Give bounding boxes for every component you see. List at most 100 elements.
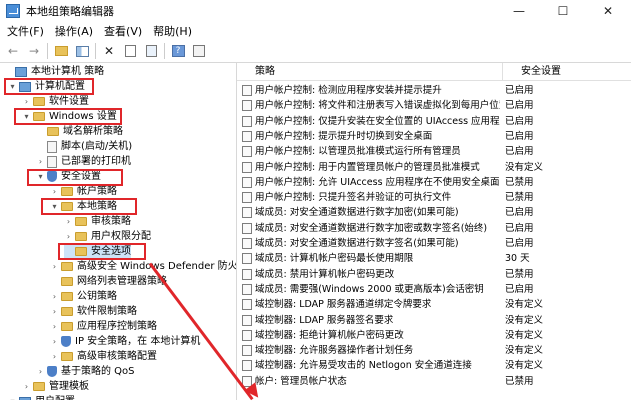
menu-file[interactable]: 文件(F) [7,23,44,39]
table-row[interactable]: 域成员: 对安全通道数据进行数字加密或数字签名(始终) 已启用 [237,221,631,236]
table-row[interactable]: 域成员: 禁用计算机帐户密码更改 已禁用 [237,267,631,282]
collapsed-arrow-icon[interactable]: › [36,154,45,169]
policy-setting: 没有定义 [505,161,544,173]
tree-node[interactable]: › 用户权限分配 [64,229,151,244]
policy-icon [242,115,252,127]
policy-icon [242,146,252,158]
properties-icon[interactable] [122,43,138,59]
folder-icon [61,322,73,331]
policy-icon [242,329,252,341]
forward-arrow-icon[interactable]: → [26,43,42,59]
table-row[interactable]: 域成员: 计算机帐户密码最长使用期限 30 天 [237,251,631,266]
maximize-button[interactable]: ☐ [541,0,585,22]
collapsed-arrow-icon[interactable]: › [50,259,59,274]
policy-icon [242,268,252,280]
table-row[interactable]: 域控制器: LDAP 服务器签名要求 没有定义 [237,313,631,328]
expanded-arrow-icon[interactable]: ▾ [8,394,17,400]
policy-icon [242,253,252,265]
collapsed-arrow-icon[interactable]: › [50,289,59,304]
tree-node[interactable]: › 公钥策略 [50,289,117,304]
policy-setting: 没有定义 [505,299,544,311]
policy-setting: 没有定义 [505,329,544,341]
tree-node[interactable]: › 软件设置 [22,94,89,109]
filter-icon[interactable] [191,43,207,59]
table-row[interactable]: 用户帐户控制: 允许 UIAccess 应用程序在不使用安全桌面... 已禁用 [237,175,631,190]
tree-node[interactable]: 本地计算机 策略 [4,64,104,79]
policy-icon [242,100,252,112]
show-hide-tree-icon[interactable] [74,43,90,59]
tree-node-label: 软件设置 [49,96,89,107]
menu-view[interactable]: 查看(V) [104,23,142,39]
policy-name: 域成员: 对安全通道数据进行数字签名(如果可能) [255,238,459,249]
collapsed-arrow-icon[interactable]: › [50,184,59,199]
tree-node[interactable]: › 高级安全 Windows Defender 防火墙 [50,259,236,274]
table-row[interactable]: 用户帐户控制: 只提升签名并验证的可执行文件 已禁用 [237,190,631,205]
menu-action[interactable]: 操作(A) [55,23,93,39]
tree-node[interactable]: 网络列表管理器策略 [50,274,167,289]
policy-name: 域控制器: 拒绝计算机帐户密码更改 [255,329,404,341]
collapsed-arrow-icon[interactable]: › [50,349,59,364]
tree-node[interactable]: › 高级审核策略配置 [50,349,157,364]
policy-icon [242,345,252,357]
tree-node[interactable]: › 审核策略 [64,214,131,229]
tree-node[interactable]: ▾ 用户配置 [8,394,75,400]
policy-name: 用户帐户控制: 提示提升时切换到安全桌面 [255,130,433,142]
tree-node-label: 帐户策略 [77,186,117,197]
help-icon[interactable]: ? [170,43,186,59]
delete-icon[interactable]: ✕ [101,43,117,59]
table-row[interactable]: 域控制器: 允许服务器操作者计划任务 没有定义 [237,343,631,358]
policy-setting: 已禁用 [505,375,534,387]
table-row[interactable]: 用户帐户控制: 提示提升时切换到安全桌面 已启用 [237,129,631,144]
table-row[interactable]: 域成员: 需要强(Windows 2000 或更高版本)会话密钥 已启用 [237,282,631,297]
policy-name: 用户帐户控制: 以管理员批准模式运行所有管理员 [255,146,461,158]
tree-node[interactable]: › 软件限制策略 [50,304,137,319]
collapsed-arrow-icon[interactable]: › [22,94,31,109]
tree-node-label: 审核策略 [91,216,131,227]
collapsed-arrow-icon[interactable]: › [36,364,45,379]
table-row[interactable]: 域成员: 对安全通道数据进行数字签名(如果可能) 已启用 [237,236,631,251]
policy-name: 域控制器: LDAP 服务器签名要求 [255,314,394,326]
table-row[interactable]: 域控制器: 允许易受攻击的 Netlogon 安全通道连接 没有定义 [237,358,631,373]
column-header-setting[interactable]: 安全设置 [503,63,631,81]
up-folder-icon[interactable] [53,43,69,59]
policy-name: 用户帐户控制: 检测应用程序安装并提示提升 [255,85,442,96]
collapsed-arrow-icon[interactable]: › [50,304,59,319]
tree-node[interactable]: › 管理模板 [22,379,89,394]
table-row[interactable]: 用户帐户控制: 将文件和注册表写入错误虚拟化到每用户位置 已启用 [237,98,631,113]
column-header-policy[interactable]: 策略 [237,63,503,81]
tree-node[interactable]: › 基于策略的 QoS [36,364,135,379]
close-button[interactable]: ✕ [586,0,630,22]
tree-node[interactable]: › 应用程序控制策略 [50,319,157,334]
collapsed-arrow-icon[interactable]: › [50,334,59,349]
tree-node[interactable]: › IP 安全策略，在 本地计算机 [50,334,200,349]
minimize-button[interactable]: — [497,0,541,22]
collapsed-arrow-icon[interactable]: › [64,229,73,244]
policy-icon [242,176,252,188]
table-row[interactable]: 域控制器: LDAP 服务器通道绑定令牌要求 没有定义 [237,297,631,312]
collapsed-arrow-icon[interactable]: › [22,379,31,394]
policy-setting: 已禁用 [505,268,534,280]
tree-node[interactable]: › 已部署的打印机 [36,154,131,169]
collapsed-arrow-icon[interactable]: › [64,214,73,229]
table-row[interactable]: 域控制器: 拒绝计算机帐户密码更改 没有定义 [237,328,631,343]
tree-node[interactable]: 域名解析策略 [36,124,123,139]
menu-help[interactable]: 帮助(H) [153,23,192,39]
policy-setting: 已启用 [505,85,534,96]
refresh-icon[interactable] [143,43,159,59]
table-row[interactable]: 用户帐户控制: 仅提升安装在安全位置的 UIAccess 应用程序 已启用 [237,114,631,129]
collapsed-arrow-icon[interactable]: › [50,319,59,334]
tree-node[interactable]: 脚本(启动/关机) [36,139,132,154]
policy-name: 域成员: 需要强(Windows 2000 或更高版本)会话密钥 [255,283,484,295]
table-row[interactable]: 用户帐户控制: 用于内置管理员帐户的管理员批准模式 没有定义 [237,160,631,175]
policy-name: 域成员: 计算机帐户密码最长使用期限 [255,253,414,265]
tree-node[interactable]: › 帐户策略 [50,184,117,199]
policy-list-pane[interactable]: 策略 安全设置 用户帐户控制: 检测应用程序安装并提示提升 已启用 用户帐户控制: … [237,63,631,400]
table-row[interactable]: 用户帐户控制: 检测应用程序安装并提示提升 已启用 [237,83,631,98]
policy-setting: 已启用 [505,146,534,158]
table-row[interactable]: 域成员: 对安全通道数据进行数字加密(如果可能) 已启用 [237,205,631,220]
highlight-security-options [58,243,146,260]
table-row[interactable]: 帐户: 管理员帐户状态 已禁用 [237,374,631,389]
policy-setting: 已启用 [505,100,534,112]
table-row[interactable]: 用户帐户控制: 以管理员批准模式运行所有管理员 已启用 [237,144,631,159]
back-arrow-icon[interactable]: ← [5,43,21,59]
